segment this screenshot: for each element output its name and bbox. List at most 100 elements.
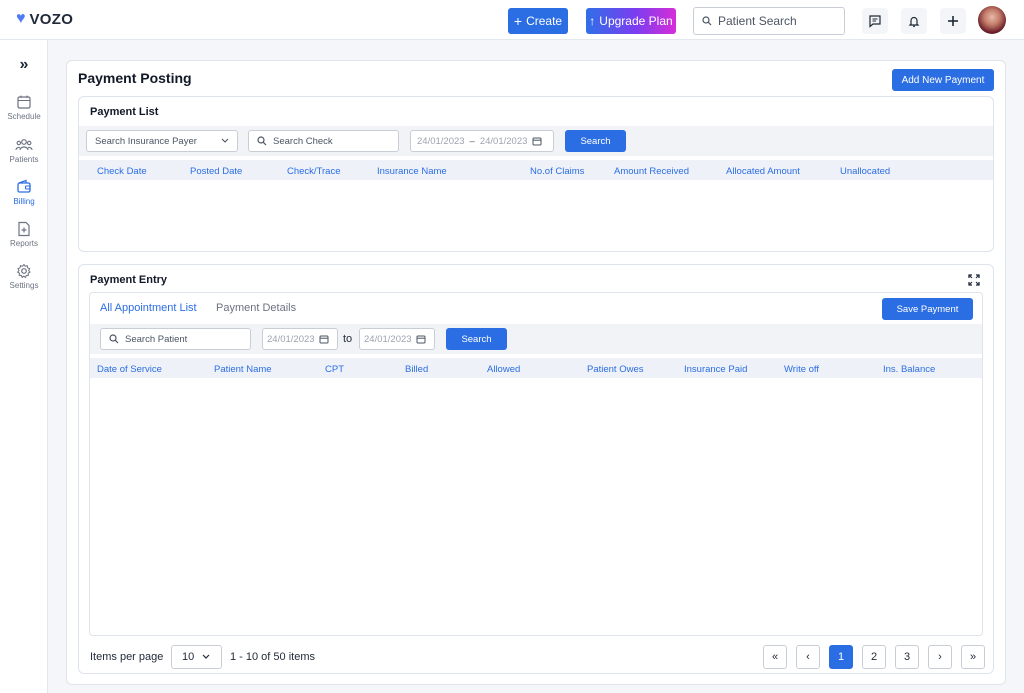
first-page-button[interactable]: « [763,645,787,669]
sidebar: » Schedule Patients Billing Reports Sett… [0,40,48,693]
calendar-icon [416,335,426,344]
page-button-3[interactable]: 3 [895,645,919,669]
wallet-icon [17,179,31,193]
column-header[interactable]: No.of Claims [530,166,584,177]
column-header[interactable]: Check Date [97,166,147,177]
date-from: 24/01/2023 [267,333,315,345]
payment-entry-table-header: Date of Service Patient Name CPT Billed … [90,358,982,378]
plus-icon [948,16,958,26]
page-button-1[interactable]: 1 [829,645,853,669]
search-icon [109,334,119,344]
user-avatar[interactable] [978,6,1006,34]
date-range-picker[interactable]: 24/01/2023 – 24/01/2023 [410,130,554,152]
column-header[interactable]: Amount Received [614,166,689,177]
search-patient-input[interactable]: Search Patient [100,328,251,350]
items-per-page-select[interactable]: 10 [171,645,222,669]
search-icon [702,16,712,26]
expand-icon[interactable] [968,274,980,286]
date-from-picker[interactable]: 24/01/2023 [262,328,338,350]
heart-icon: ♥ [16,10,26,27]
column-header[interactable]: Date of Service [97,364,162,375]
page-title: Payment Posting [78,70,192,86]
sidebar-item-reports[interactable]: Reports [0,221,48,248]
items-per-page-label: Items per page [90,651,164,663]
items-range-text: 1 - 10 of 50 items [230,651,315,663]
column-header[interactable]: Write off [784,364,819,375]
column-header[interactable]: Patient Name [214,364,272,375]
calendar-icon [17,95,31,109]
date-to: 24/01/2023 [364,333,412,345]
insurance-payer-placeholder: Search Insurance Payer [95,135,197,147]
sidebar-item-label: Settings [9,281,39,290]
chevron-down-icon [202,654,210,659]
payment-entry-search-button[interactable]: Search [446,328,507,350]
chevron-right-icon: › [938,651,942,663]
add-button[interactable] [940,8,966,34]
upgrade-plan-label: Upgrade Plan [599,14,673,28]
prev-page-button[interactable]: ‹ [796,645,820,669]
next-page-button[interactable]: › [928,645,952,669]
sidebar-item-schedule[interactable]: Schedule [0,94,48,121]
chevron-down-icon [221,138,229,143]
notifications-button[interactable] [901,8,927,34]
page-button-2[interactable]: 2 [862,645,886,669]
date-from: 24/01/2023 [417,135,465,147]
create-button-label: Create [526,14,563,28]
top-bar: ♥ VOZO + Create ↑ Upgrade Plan Patient S… [0,0,1024,40]
column-header[interactable]: Allocated Amount [726,166,800,177]
column-header[interactable]: Insurance Name [377,166,447,177]
column-header[interactable]: Billed [405,364,428,375]
column-header[interactable]: Ins. Balance [883,364,935,375]
search-icon [257,136,267,146]
column-header[interactable]: Check/Trace [287,166,341,177]
sidebar-item-settings[interactable]: Settings [0,263,48,290]
column-header[interactable]: Posted Date [190,166,242,177]
sidebar-item-billing[interactable]: Billing [0,179,48,206]
save-payment-button[interactable]: Save Payment [882,298,973,320]
search-patient-placeholder: Search Patient [125,333,188,345]
sidebar-item-label: Schedule [7,112,41,121]
expand-sidebar-icon[interactable]: » [0,56,48,74]
patient-search-placeholder: Patient Search [718,14,797,28]
tab-all-appointment-list[interactable]: All Appointment List [100,302,197,314]
column-header[interactable]: Insurance Paid [684,364,747,375]
bell-icon [908,16,920,28]
search-check-placeholder: Search Check [273,135,333,147]
sidebar-item-label: Billing [13,197,35,206]
arrow-up-icon: ↑ [589,14,596,28]
tab-payment-details[interactable]: Payment Details [216,302,296,314]
calendar-icon [532,137,542,146]
last-page-button[interactable]: » [961,645,985,669]
payment-entry-title: Payment Entry [90,274,168,286]
messages-button[interactable] [862,8,888,34]
per-page-value: 10 [182,651,195,663]
message-icon [869,15,881,28]
date-range-dash: – [469,135,475,147]
date-to-picker[interactable]: 24/01/2023 [359,328,435,350]
payment-list-table-header: Check Date Posted Date Check/Trace Insur… [79,160,993,180]
search-check-input[interactable]: Search Check [248,130,399,152]
chevron-left-icon: ‹ [806,651,810,663]
sidebar-item-patients[interactable]: Patients [0,137,48,164]
gear-icon [16,263,31,279]
insurance-payer-select[interactable]: Search Insurance Payer [86,130,238,152]
add-new-payment-button[interactable]: Add New Payment [892,69,994,91]
double-chevron-left-icon: « [771,651,779,663]
column-header[interactable]: CPT [325,364,344,375]
column-header[interactable]: Allowed [487,364,520,375]
users-icon [15,139,33,151]
create-button[interactable]: + Create [508,8,568,34]
upgrade-plan-button[interactable]: ↑ Upgrade Plan [586,8,676,34]
payment-list-search-button[interactable]: Search [565,130,626,152]
plus-icon: + [513,13,523,29]
column-header[interactable]: Patient Owes [587,364,644,375]
sidebar-item-label: Patients [9,155,39,164]
patient-search-input[interactable]: Patient Search [693,7,845,35]
column-header[interactable]: Unallocated [840,166,890,177]
calendar-icon [319,335,329,344]
sidebar-item-label: Reports [9,239,38,248]
payment-list-title: Payment List [90,106,159,118]
report-icon [18,221,30,237]
brand-name: VOZO [29,10,74,28]
app-logo[interactable]: ♥ VOZO [16,10,73,28]
